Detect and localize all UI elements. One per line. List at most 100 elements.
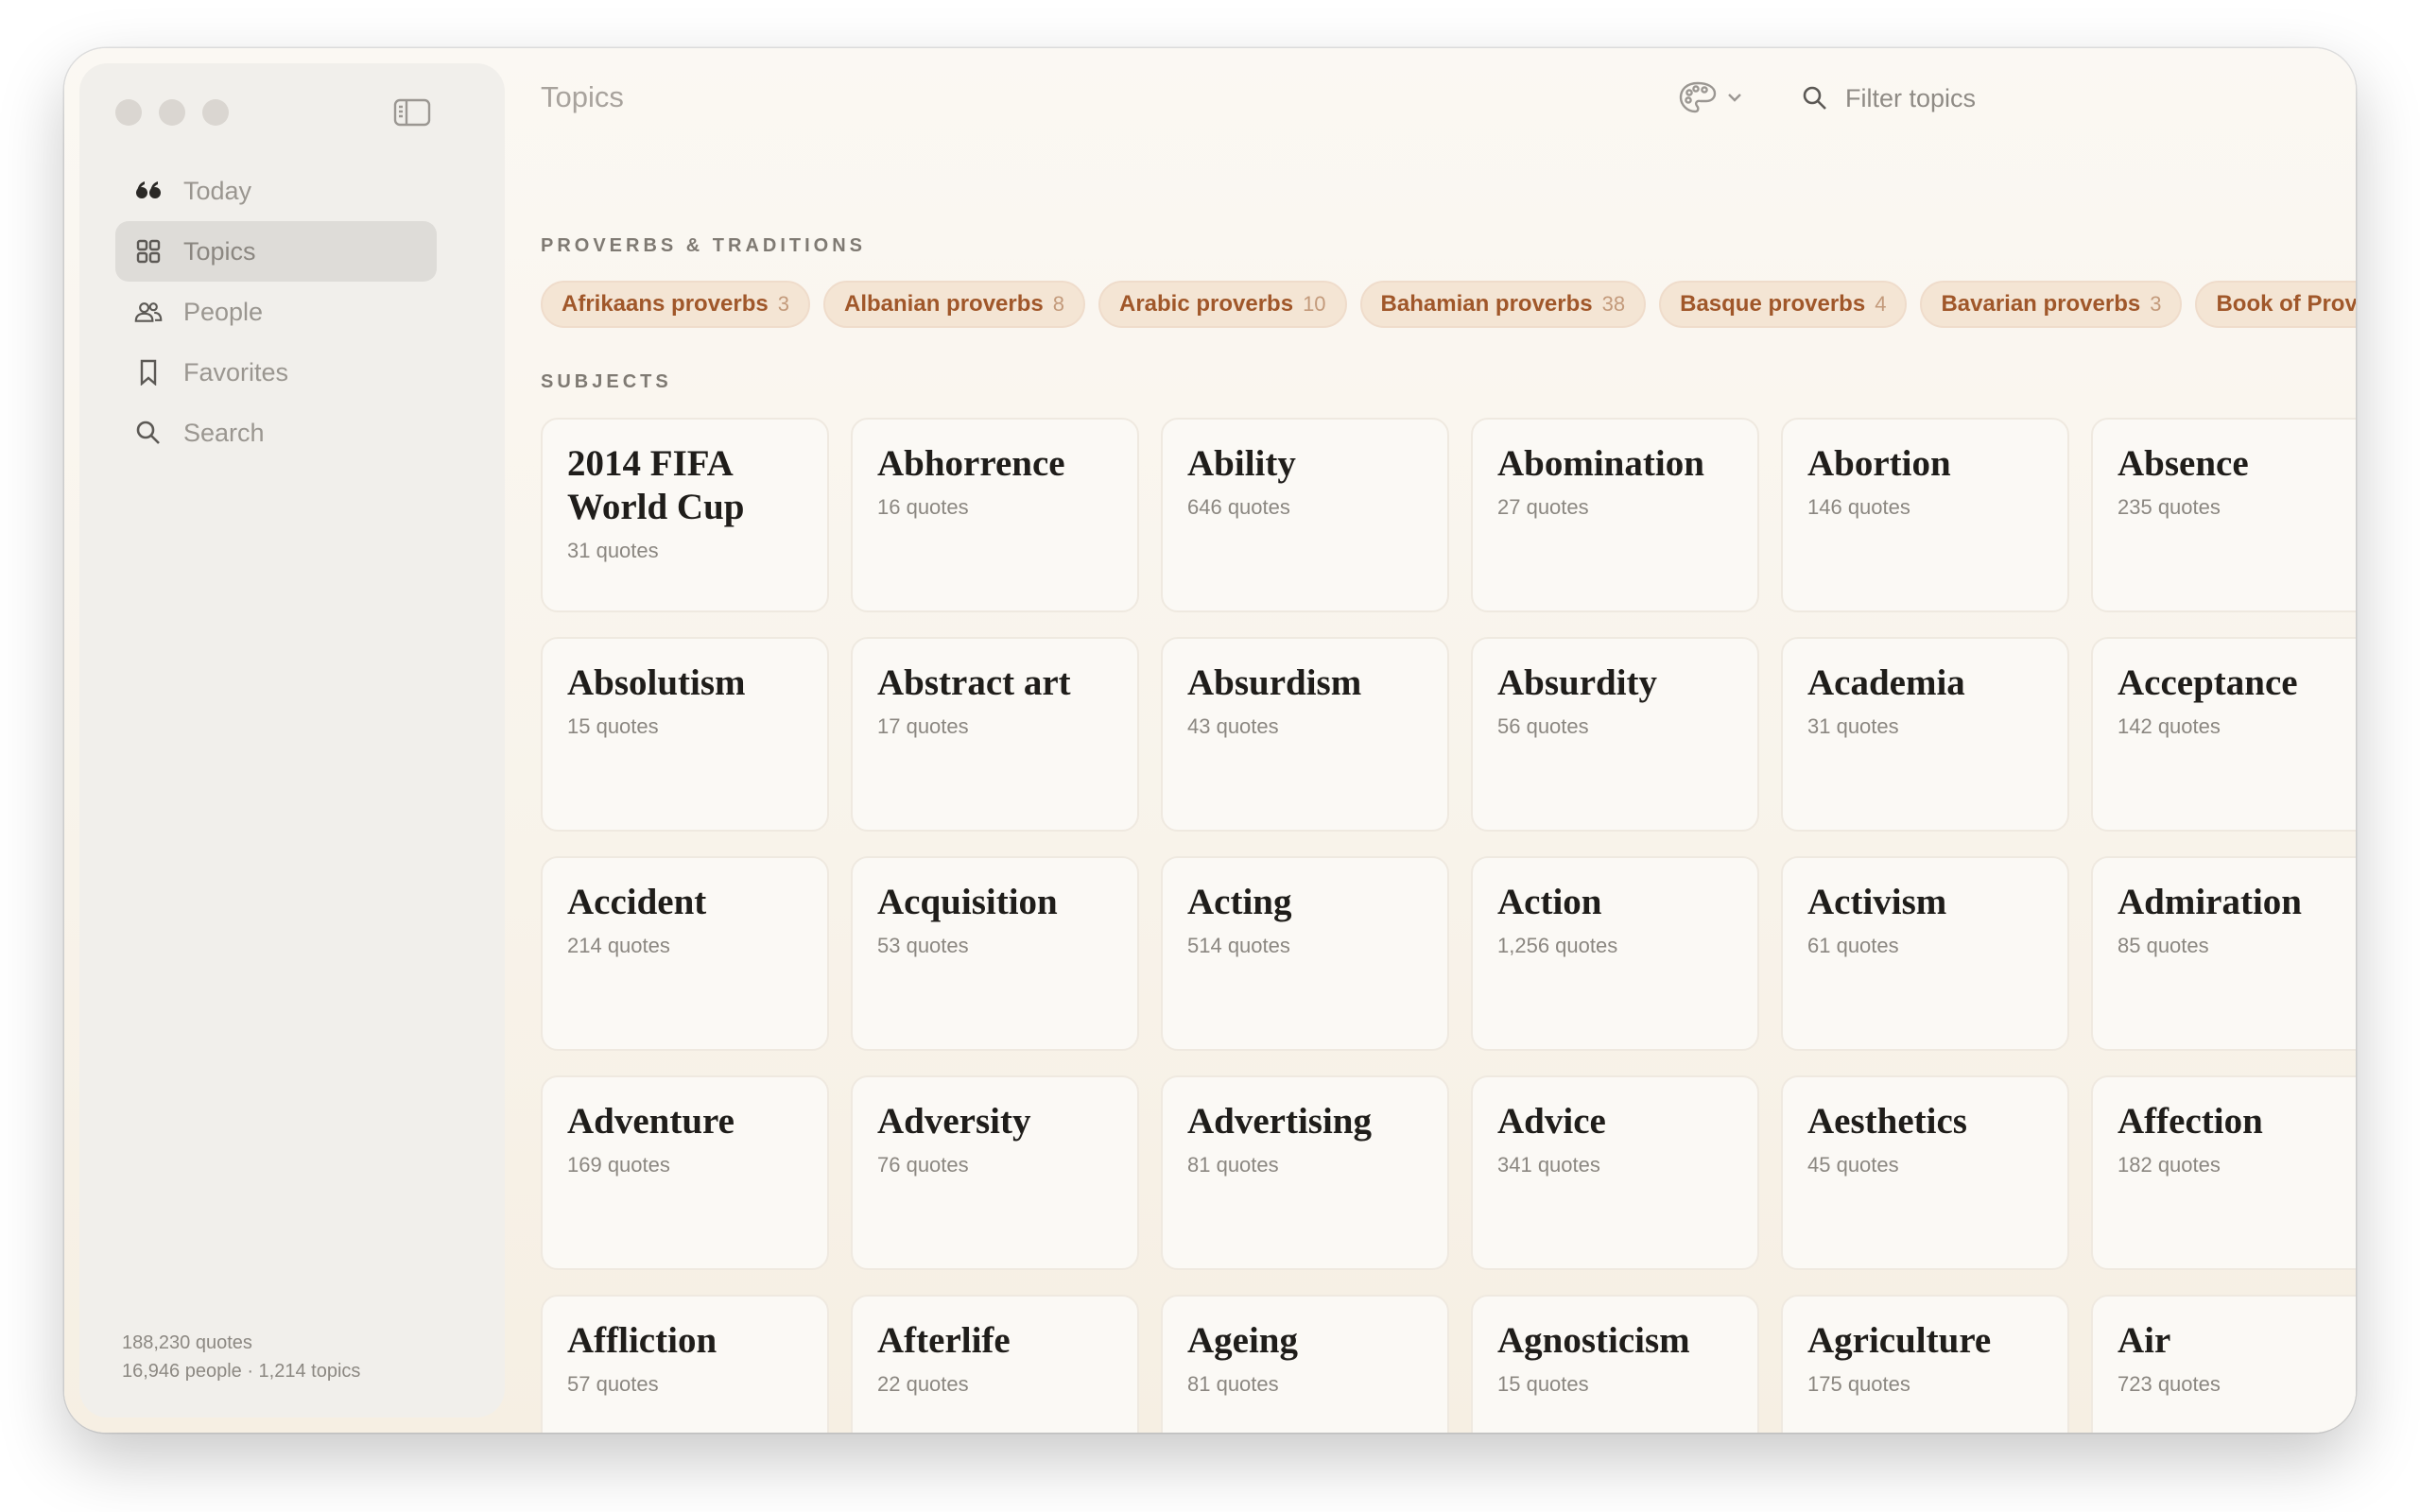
proverb-chip[interactable]: Book of Proverbs — [2195, 281, 2356, 328]
topic-title: Adversity — [877, 1101, 1031, 1142]
sidebar-icon — [393, 98, 431, 127]
window-controls — [115, 99, 229, 126]
chip-label: Afrikaans proverbs — [562, 291, 769, 317]
close-button[interactable] — [115, 99, 142, 126]
search-icon — [1803, 86, 1826, 110]
proverb-chip[interactable]: Bahamian proverbs 38 — [1359, 281, 1647, 328]
topic-title: Acceptance — [2118, 662, 2298, 703]
proverb-chip[interactable]: Afrikaans proverbs 3 — [541, 281, 811, 328]
topic-card[interactable]: Abstract art 17 quotes — [851, 637, 1139, 832]
topic-card[interactable]: Absence 235 quotes — [2091, 418, 2356, 612]
topic-title: Absence — [2118, 443, 2249, 484]
bookmark-icon — [134, 358, 163, 387]
topic-card[interactable]: Absurdism 43 quotes — [1161, 637, 1449, 832]
sidebar-item-people[interactable]: People — [115, 282, 437, 342]
topic-title: Advice — [1497, 1101, 1606, 1142]
topic-quote-count: 22 quotes — [877, 1372, 969, 1396]
sidebar-item-favorites[interactable]: Favorites — [115, 342, 437, 403]
topic-card[interactable]: Advertising 81 quotes — [1161, 1075, 1449, 1270]
sidebar-item-topics[interactable]: Topics — [115, 221, 437, 282]
topic-title: Ageing — [1187, 1320, 1298, 1361]
topic-quote-count: 169 quotes — [567, 1153, 670, 1177]
topic-title: Absurdity — [1497, 662, 1658, 703]
topic-quote-count: 146 quotes — [1807, 495, 1910, 519]
people-topic-count: 16,946 people · 1,214 topics — [122, 1361, 361, 1382]
subjects-section-label: SUBJECTS — [541, 371, 672, 392]
proverb-chip[interactable]: Arabic proverbs 10 — [1098, 281, 1347, 328]
topic-card[interactable]: Acceptance 142 quotes — [2091, 637, 2356, 832]
topic-title: Academia — [1807, 662, 1965, 703]
topic-title: Acquisition — [877, 882, 1058, 922]
topic-card[interactable]: Agnosticism 15 quotes — [1471, 1295, 1759, 1433]
chip-label: Basque proverbs — [1680, 291, 1866, 317]
proverb-chip[interactable]: Albanian proverbs 8 — [823, 281, 1085, 328]
topic-quote-count: 81 quotes — [1187, 1153, 1279, 1177]
sidebar-item-label: Today — [183, 176, 252, 205]
minimize-button[interactable] — [159, 99, 185, 126]
topic-card[interactable]: Activism 61 quotes — [1781, 856, 2069, 1051]
theme-picker-button[interactable] — [1678, 80, 1742, 114]
topic-quote-count: 27 quotes — [1497, 495, 1589, 519]
main-content: Topics Filter topics PROVERBS & TRADITIO… — [541, 48, 2356, 1433]
topic-title: Aesthetics — [1807, 1101, 1967, 1142]
topic-quote-count: 175 quotes — [1807, 1372, 1910, 1396]
topic-card[interactable]: Ability 646 quotes — [1161, 418, 1449, 612]
topic-title: 2014 FIFA World Cup — [567, 443, 745, 527]
search-icon — [134, 419, 163, 447]
topic-card[interactable]: Afterlife 22 quotes — [851, 1295, 1139, 1433]
topic-title: Absurdism — [1187, 662, 1362, 703]
subjects-grid: 2014 FIFA World Cup 31 quotes Abhorrence 16… — [541, 418, 2356, 1433]
topic-card[interactable]: Absolutism 15 quotes — [541, 637, 829, 832]
topic-title: Affliction — [567, 1320, 717, 1361]
chip-label: Arabic proverbs — [1118, 291, 1294, 317]
proverbs-section-label: PROVERBS & TRADITIONS — [541, 235, 867, 256]
proverbs-chip-list: Afrikaans proverbs 3 Albanian proverbs 8 Ara… — [541, 281, 2356, 330]
topic-card[interactable]: Abomination 27 quotes — [1471, 418, 1759, 612]
topic-card[interactable]: Acquisition 53 quotes — [851, 856, 1139, 1051]
topic-card[interactable]: Ageing 81 quotes — [1161, 1295, 1449, 1433]
topic-card[interactable]: Air 723 quotes — [2091, 1295, 2356, 1433]
topic-title: Action — [1497, 882, 1602, 922]
filter-placeholder: Filter topics — [1845, 83, 1977, 112]
topic-card[interactable]: Action 1,256 quotes — [1471, 856, 1759, 1051]
topic-card[interactable]: Adversity 76 quotes — [851, 1075, 1139, 1270]
topic-card[interactable]: Accident 214 quotes — [541, 856, 829, 1051]
topic-card[interactable]: Adventure 169 quotes — [541, 1075, 829, 1270]
topic-card[interactable]: Affection 182 quotes — [2091, 1075, 2356, 1270]
topic-title: Agnosticism — [1497, 1320, 1690, 1361]
topic-card[interactable]: Agriculture 175 quotes — [1781, 1295, 2069, 1433]
palette-icon — [1679, 81, 1717, 113]
topic-title: Accident — [567, 882, 707, 922]
topic-card[interactable]: Admiration 85 quotes — [2091, 856, 2356, 1051]
topic-card[interactable]: Academia 31 quotes — [1781, 637, 2069, 832]
proverb-chip[interactable]: Bavarian proverbs 3 — [1920, 281, 2183, 328]
library-stats: 188,230 quotes 16,946 people · 1,214 top… — [122, 1329, 360, 1385]
chip-label: Bahamian proverbs — [1380, 291, 1593, 317]
topic-title: Afterlife — [877, 1320, 1011, 1361]
chevron-down-icon — [1728, 94, 1741, 102]
topic-card[interactable]: Advice 341 quotes — [1471, 1075, 1759, 1270]
topic-card[interactable]: Aesthetics 45 quotes — [1781, 1075, 2069, 1270]
topic-quote-count: 15 quotes — [1497, 1372, 1589, 1396]
page-title: Topics — [541, 80, 624, 113]
topic-quote-count: 43 quotes — [1187, 714, 1279, 738]
topic-quote-count: 235 quotes — [2118, 495, 2221, 519]
topic-card[interactable]: Abhorrence 16 quotes — [851, 418, 1139, 612]
proverb-chip[interactable]: Basque proverbs 4 — [1659, 281, 1908, 328]
sidebar-item-label: Favorites — [183, 357, 289, 387]
chip-count: 38 — [1601, 292, 1626, 316]
zoom-button[interactable] — [202, 99, 229, 126]
topic-card[interactable]: Affliction 57 quotes — [541, 1295, 829, 1433]
topic-title: Advertising — [1187, 1101, 1372, 1142]
sidebar-item-search[interactable]: Search — [115, 403, 437, 463]
topic-card[interactable]: 2014 FIFA World Cup 31 quotes — [541, 418, 829, 612]
topic-card[interactable]: Abortion 146 quotes — [1781, 418, 2069, 612]
filter-topics-input[interactable]: Filter topics — [1802, 75, 2341, 122]
topic-quote-count: 53 quotes — [877, 934, 969, 957]
sidebar-item-today[interactable]: Today — [115, 161, 437, 221]
quote-icon — [134, 177, 163, 205]
topic-card[interactable]: Absurdity 56 quotes — [1471, 637, 1759, 832]
chip-count: 4 — [1875, 292, 1887, 316]
topic-card[interactable]: Acting 514 quotes — [1161, 856, 1449, 1051]
sidebar-toggle-button[interactable] — [393, 97, 431, 128]
